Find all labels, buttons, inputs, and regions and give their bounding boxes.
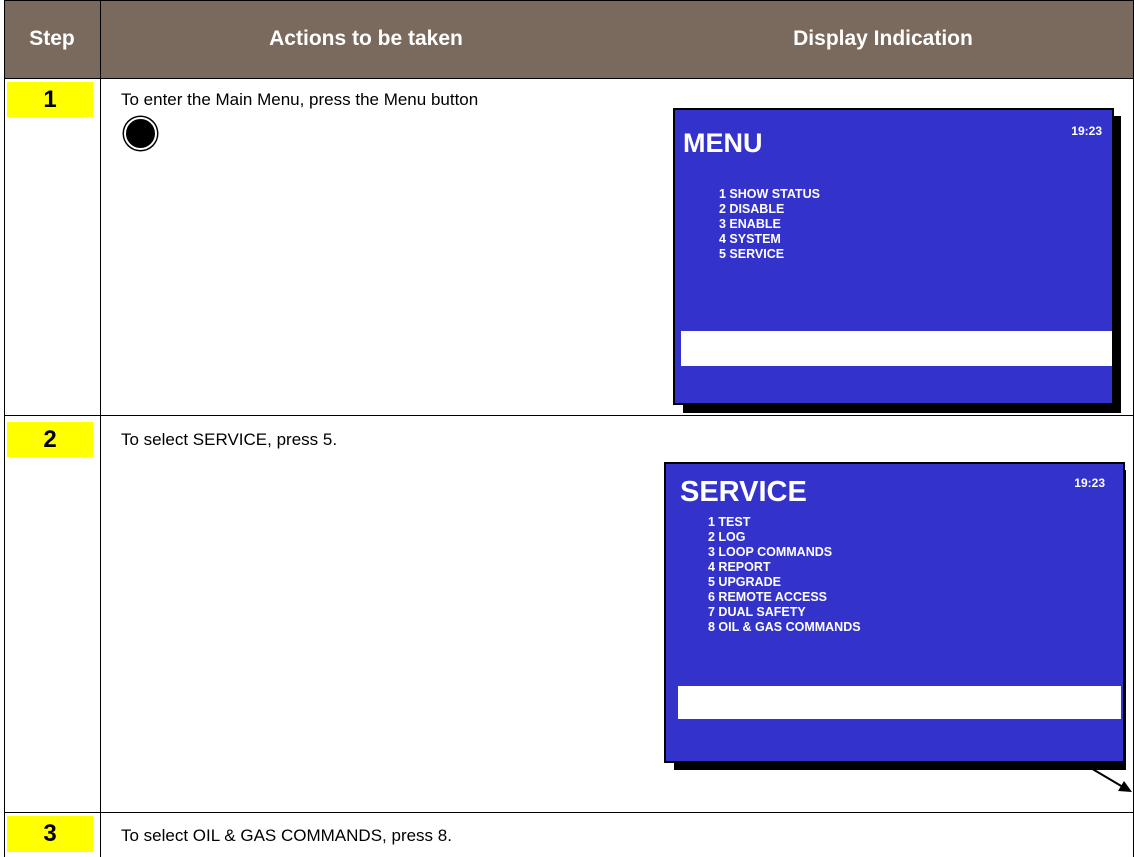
screen-menu-item: 2 LOG [708,530,746,544]
screen-menu-item: 7 DUAL SAFETY [708,605,806,619]
header-step: Step [29,27,75,50]
procedure-table: Step Actions to be taken Display Indicat… [4,0,1134,857]
screen-menu-item: 3 ENABLE [719,217,781,231]
screen-input-bar [678,686,1121,719]
screen-title: SERVICE [680,476,807,508]
screen-menu-item: 3 LOOP COMMANDS [708,545,833,559]
table-border-top [4,0,1134,1]
screen-menu-item: 4 REPORT [708,560,771,574]
screen-menu-item: 6 REMOTE ACCESS [708,590,828,604]
screen-menu-item: 4 SYSTEM [719,232,781,246]
display-screen-menu: MENU 19:23 1 SHOW STATUS 2 DISABLE 3 ENA… [673,108,1114,405]
screen-menu-list: 1 SHOW STATUS 2 DISABLE 3 ENABLE 4 SYSTE… [719,187,820,262]
step-3-action: To select OIL & GAS COMMANDS, press 8. [121,826,452,845]
screen-menu-list: 1 TEST 2 LOG 3 LOOP COMMANDS 4 REPORT 5 … [708,515,861,635]
screen-menu-item: 1 TEST [708,515,751,529]
row-divider [4,415,1134,416]
table-header: Step Actions to be taken Display Indicat… [4,0,1134,78]
table-border-left [4,0,5,857]
screen-title: MENU [683,128,763,158]
step-2-action: To select SERVICE, press 5. [121,430,338,449]
arrow-icon [1083,763,1132,792]
screen-clock: 19:23 [1071,124,1102,138]
screen-menu-item: 1 SHOW STATUS [719,187,820,201]
display-screen-service: SERVICE 19:23 1 TEST 2 LOG 3 LOOP COMMAN… [664,462,1125,763]
screen-input-bar [681,331,1112,366]
screen-menu-item: 2 DISABLE [719,202,785,216]
header-actions: Actions to be taken [269,27,463,50]
header-display: Display Indication [793,27,973,50]
menu-button-icon [124,117,157,150]
screen-menu-item: 5 SERVICE [719,247,785,261]
screen-clock: 19:23 [1074,476,1105,490]
row-divider [4,78,1134,79]
step-number-1: 1 [7,82,93,117]
screen-menu-item: 5 UPGRADE [708,575,781,589]
step-number-2: 2 [7,422,93,457]
row-divider [4,812,1134,813]
step-1-action: To enter the Main Menu, press the Menu b… [121,90,479,109]
column-divider [100,0,101,857]
step-number-3: 3 [7,816,93,852]
screen-menu-item: 8 OIL & GAS COMMANDS [708,620,861,634]
